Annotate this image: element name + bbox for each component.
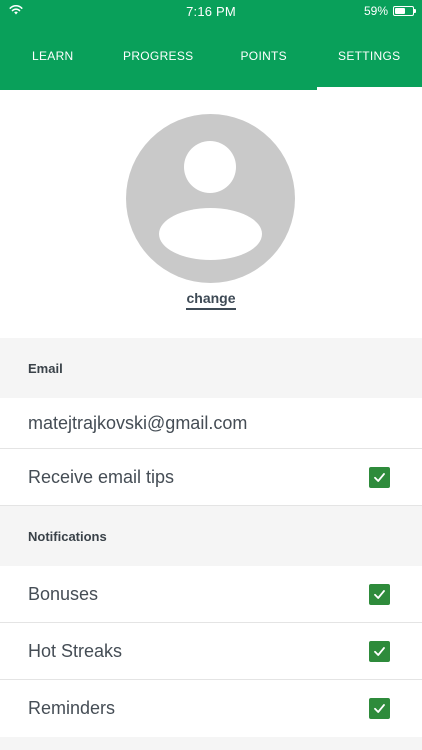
status-bar: 7:16 PM 59%	[0, 0, 422, 22]
tab-points[interactable]: POINTS	[211, 22, 317, 90]
reminders-checkbox[interactable]	[369, 698, 390, 719]
battery-percentage: 59%	[363, 4, 388, 18]
app-header: 7:16 PM 59% LEARN PROGRESS POINTS SETTIN…	[0, 0, 422, 90]
battery-icon	[393, 6, 416, 16]
checkmark-icon	[374, 589, 385, 599]
tab-settings[interactable]: SETTINGS	[316, 22, 422, 90]
avatar-head	[184, 141, 236, 193]
settings-screen: 7:16 PM 59% LEARN PROGRESS POINTS SETTIN…	[0, 0, 422, 750]
tab-learn[interactable]: LEARN	[0, 22, 106, 90]
hot-streaks-checkbox[interactable]	[369, 640, 390, 662]
notification-label-hot-streaks: Hot Streaks	[28, 640, 123, 661]
notification-row-bonuses: Bonuses	[0, 566, 422, 623]
status-time: 7:16 PM	[186, 4, 236, 19]
bonuses-checkbox[interactable]	[369, 583, 390, 605]
checkmark-icon	[374, 704, 385, 713]
notification-label-bonuses: Bonuses	[28, 583, 99, 604]
notifications-section-header: Notifications	[0, 506, 422, 566]
notification-label-reminders: Reminders	[28, 698, 116, 718]
person-placeholder-icon[interactable]	[126, 114, 295, 283]
checkmark-icon	[374, 472, 385, 482]
checkmark-icon	[374, 646, 385, 656]
email-tips-label: Receive email tips	[28, 466, 175, 487]
change-avatar-label: change	[186, 290, 236, 310]
profile-section: change	[0, 90, 422, 338]
bottom-section-strip	[0, 737, 422, 750]
battery-cap	[414, 9, 416, 13]
battery-indicator: 59%	[363, 4, 416, 18]
change-avatar-link[interactable]: change	[0, 290, 422, 310]
email-tips-row: Receive email tips	[0, 449, 422, 506]
email-address: matejtrajkovski@gmail.com	[28, 412, 248, 433]
email-section-header: Email	[0, 338, 422, 398]
battery-level-fill	[395, 8, 405, 14]
email-tips-checkbox[interactable]	[369, 466, 390, 488]
email-address-row[interactable]: matejtrajkovski@gmail.com	[0, 398, 422, 449]
avatar-body	[159, 208, 262, 260]
notification-row-reminders: Reminders	[0, 680, 422, 737]
notification-row-hot-streaks: Hot Streaks	[0, 623, 422, 680]
tab-bar: LEARN PROGRESS POINTS SETTINGS	[0, 22, 422, 90]
tab-progress[interactable]: PROGRESS	[106, 22, 212, 90]
